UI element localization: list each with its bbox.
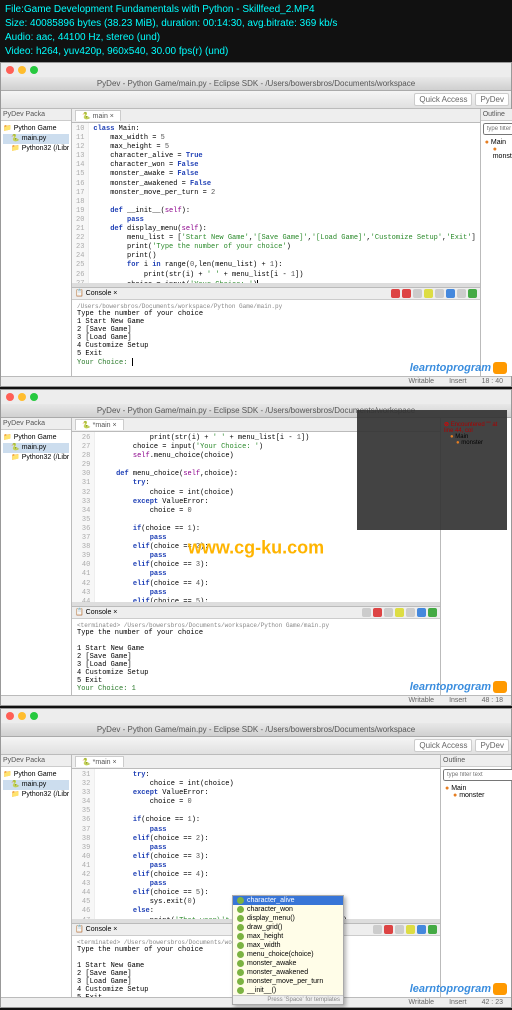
autocomplete-item[interactable]: monster_awake — [233, 959, 343, 968]
remove-all-icon[interactable] — [384, 608, 393, 617]
scroll-lock-icon[interactable] — [435, 289, 444, 298]
package-explorer: PyDev Packa Python Game main.py Python32… — [1, 418, 72, 695]
autocomplete-item[interactable]: display_menu() — [233, 914, 343, 923]
close-window-button[interactable] — [6, 712, 14, 720]
media-audio: Audio: aac, 44100 Hz, stereo (und) — [5, 31, 507, 45]
console-output-2[interactable]: <terminated> /Users/bowersbros/Documents… — [72, 619, 440, 695]
quick-access[interactable]: Quick Access — [414, 93, 472, 106]
display-console-icon[interactable] — [457, 289, 466, 298]
outline-error: Encountered "" at line 44, col — [444, 422, 497, 434]
autocomplete-item[interactable]: monster_awakened — [233, 968, 343, 977]
ide-window-2: PyDev - Python Game/main.py - Eclipse SD… — [0, 389, 512, 706]
autocomplete-item[interactable]: __init__() — [233, 986, 343, 995]
terminate-icon[interactable] — [384, 925, 393, 934]
terminate-icon[interactable] — [391, 289, 400, 298]
learntoprogram-logo: learntoprogram — [410, 983, 507, 995]
tree-project[interactable]: Python Game — [3, 433, 69, 443]
tree-file-main[interactable]: main.py — [3, 780, 69, 790]
pin-console-icon[interactable] — [446, 289, 455, 298]
console-path: /Users/bowersbros/Documents/workspace/Py… — [77, 303, 475, 310]
media-size: Size: 40085896 bytes (38.23 MiB), durati… — [5, 17, 507, 31]
remove-terminated-icon[interactable] — [413, 289, 422, 298]
tree-project[interactable]: Python Game — [3, 770, 69, 780]
tab-main[interactable]: 🐍 *main × — [75, 756, 124, 767]
autocomplete-item[interactable]: max_width — [233, 941, 343, 950]
autocomplete-footer: Press 'Space' for templates — [233, 995, 343, 1004]
zoom-window-button[interactable] — [30, 66, 38, 74]
package-explorer: PyDev Packa Python Game main.py Python32… — [1, 755, 72, 997]
watermark-text: www.cg-ku.com — [188, 537, 324, 558]
console-tab[interactable]: Console — [86, 290, 112, 297]
window-controls — [1, 63, 511, 77]
window-title: PyDev - Python Game/main.py - Eclipse SD… — [1, 77, 511, 91]
window-title: PyDev - Python Game/main.py - Eclipse SD… — [1, 723, 511, 737]
perspective-pydev[interactable]: PyDev — [475, 93, 509, 106]
tab-main[interactable]: 🐍 main × — [75, 110, 121, 121]
zoom-window-button[interactable] — [30, 393, 38, 401]
terminate-icon[interactable] — [373, 608, 382, 617]
media-file: File:Game Development Fundamentals with … — [5, 3, 507, 17]
line-gutter: 2627282930313233343536373839404142434445… — [72, 432, 95, 602]
minimize-window-button[interactable] — [18, 712, 26, 720]
autocomplete-popup[interactable]: character_alive character_won display_me… — [232, 895, 344, 1005]
outline-filter-input[interactable] — [443, 769, 512, 781]
clear-console-icon[interactable] — [406, 925, 415, 934]
tree-file-main[interactable]: main.py — [3, 134, 69, 144]
close-window-button[interactable] — [6, 66, 14, 74]
zoom-window-button[interactable] — [30, 712, 38, 720]
code-area[interactable]: class Main: max_width = 5 max_height = 5… — [89, 123, 479, 283]
clear-console-icon[interactable] — [424, 289, 433, 298]
status-bar-2: WritableInsert48 : 18 — [1, 695, 511, 705]
autocomplete-item[interactable]: character_won — [233, 905, 343, 914]
package-explorer: PyDev Packa Python Game main.py Python32… — [1, 109, 72, 376]
tree-file-main[interactable]: main.py — [3, 443, 69, 453]
learntoprogram-logo: learntoprogram — [410, 681, 507, 693]
open-console-icon[interactable] — [468, 289, 477, 298]
media-video: Video: h264, yuv420p, 960x540, 30.00 fps… — [5, 45, 507, 59]
learntoprogram-logo: learntoprogram — [410, 362, 507, 374]
close-window-button[interactable] — [6, 393, 14, 401]
main-toolbar: Quick Access PyDev — [1, 91, 511, 109]
autocomplete-item[interactable]: draw_grid() — [233, 923, 343, 932]
outline-item-monster[interactable]: ● monster — [485, 146, 512, 160]
autocomplete-item[interactable]: monster_move_per_turn — [233, 977, 343, 986]
console-toolbar: 📋 Console × — [72, 287, 480, 300]
tree-python-lib[interactable]: Python32 (/Library/F — [3, 453, 69, 463]
editor-tabs: 🐍 main × — [72, 109, 480, 123]
tab-main[interactable]: 🐍 *main × — [75, 419, 124, 430]
tree-python-lib[interactable]: Python32 (/Library/F — [3, 790, 69, 800]
tree-python-lib[interactable]: Python32 (/Library/F — [3, 144, 69, 154]
outline-view: Outline ● Main ● monster — [480, 109, 512, 376]
outline-item-main[interactable]: ● Main — [445, 785, 507, 792]
status-bar-1: Writable Insert 18 : 40 — [1, 376, 511, 386]
media-info-block: File:Game Development Fundamentals with … — [0, 0, 512, 62]
line-gutter: 1011121314151617181920212223242526272829 — [72, 123, 89, 283]
minimize-window-button[interactable] — [18, 66, 26, 74]
ide-window-3: PyDev - Python Game/main.py - Eclipse SD… — [0, 708, 512, 1008]
outline-filter-input[interactable] — [483, 123, 512, 135]
terminate-all-icon[interactable] — [402, 289, 411, 298]
autocomplete-item[interactable]: character_alive — [233, 896, 343, 905]
ide-window-1: PyDev - Python Game/main.py - Eclipse SD… — [0, 62, 512, 387]
outline-view-3: Outline ● Main ● monster — [440, 755, 511, 997]
code-editor-1[interactable]: 1011121314151617181920212223242526272829… — [72, 123, 480, 283]
pin-console-icon[interactable] — [417, 608, 426, 617]
autocomplete-item[interactable]: max_height — [233, 932, 343, 941]
outline-title: Outline — [481, 109, 512, 121]
perspective-pydev[interactable]: PyDev — [475, 739, 509, 752]
package-explorer-title: PyDev Packa — [1, 109, 71, 121]
autocomplete-item[interactable]: menu_choice(choice) — [233, 950, 343, 959]
remove-launch-icon[interactable] — [362, 608, 371, 617]
open-console-icon[interactable] — [428, 608, 437, 617]
tree-project[interactable]: Python Game — [3, 124, 69, 134]
outline-item-main[interactable]: ● Main — [485, 139, 512, 146]
scroll-lock-icon[interactable] — [406, 608, 415, 617]
quick-access[interactable]: Quick Access — [414, 739, 472, 752]
clear-console-icon[interactable] — [395, 608, 404, 617]
minimize-window-button[interactable] — [18, 393, 26, 401]
outline-item-monster[interactable]: ● monster — [445, 792, 507, 799]
